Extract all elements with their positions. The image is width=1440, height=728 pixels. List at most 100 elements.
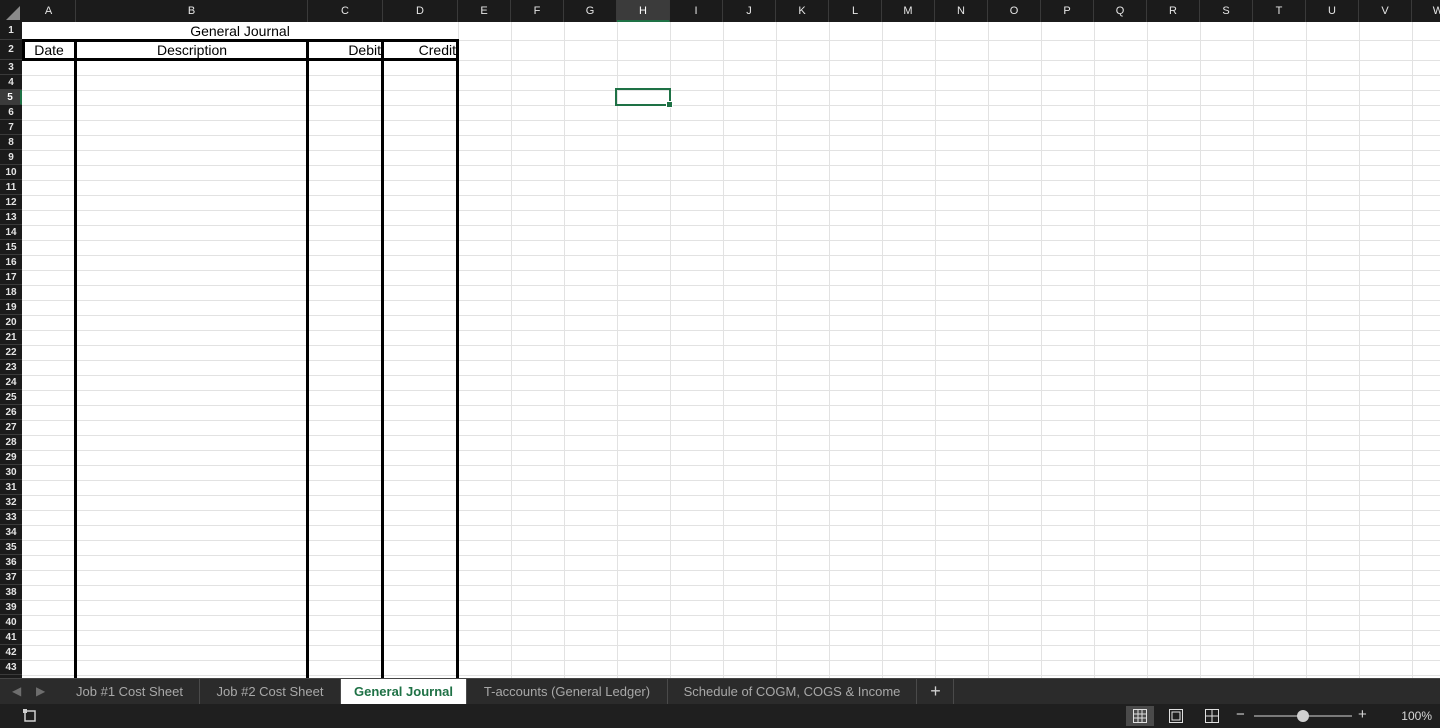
- row-header-1[interactable]: 1: [0, 22, 22, 40]
- column-header-l[interactable]: L: [829, 0, 882, 22]
- header-debit: Debit: [348, 42, 381, 58]
- header-left-border: [22, 39, 25, 61]
- row-header-18[interactable]: 18: [0, 285, 22, 300]
- row-header-34[interactable]: 34: [0, 525, 22, 540]
- sheet-tab-bar: ◀ ▶ Job #1 Cost Sheet Job #2 Cost Sheet Ge…: [0, 678, 1440, 704]
- column-header-r[interactable]: R: [1147, 0, 1200, 22]
- row-header-25[interactable]: 25: [0, 390, 22, 405]
- row-header-17[interactable]: 17: [0, 270, 22, 285]
- row-header-6[interactable]: 6: [0, 105, 22, 120]
- column-header-j[interactable]: J: [723, 0, 776, 22]
- row-header-23[interactable]: 23: [0, 360, 22, 375]
- row-header-30[interactable]: 30: [0, 465, 22, 480]
- page-break-view-button[interactable]: [1198, 706, 1226, 726]
- row-header-24[interactable]: 24: [0, 375, 22, 390]
- row-header-28[interactable]: 28: [0, 435, 22, 450]
- column-header-u[interactable]: U: [1306, 0, 1359, 22]
- row-header-22[interactable]: 22: [0, 345, 22, 360]
- row-header-37[interactable]: 37: [0, 570, 22, 585]
- column-header-s[interactable]: S: [1200, 0, 1253, 22]
- column-header-m[interactable]: M: [882, 0, 935, 22]
- row-header-8[interactable]: 8: [0, 135, 22, 150]
- row-header-14[interactable]: 14: [0, 225, 22, 240]
- row-header-13[interactable]: 13: [0, 210, 22, 225]
- tab-scroll-right-icon[interactable]: ▶: [36, 684, 45, 698]
- column-headers: ABCDEFGHIJKLMNOPQRSTUVW: [0, 0, 1440, 22]
- row-header-27[interactable]: 27: [0, 420, 22, 435]
- row-header-11[interactable]: 11: [0, 180, 22, 195]
- row-header-29[interactable]: 29: [0, 450, 22, 465]
- row-header-2[interactable]: 2: [0, 40, 22, 60]
- selected-cell[interactable]: [615, 88, 673, 108]
- row-header-36[interactable]: 36: [0, 555, 22, 570]
- normal-view-button[interactable]: [1126, 706, 1154, 726]
- page-break-icon: [1205, 709, 1219, 723]
- column-header-h[interactable]: H: [617, 0, 670, 22]
- column-header-g[interactable]: G: [564, 0, 617, 22]
- row-header-31[interactable]: 31: [0, 480, 22, 495]
- column-header-q[interactable]: Q: [1094, 0, 1147, 22]
- column-header-o[interactable]: O: [988, 0, 1041, 22]
- spreadsheet-area[interactable]: General Journal Date Description Debit Credi…: [0, 0, 1440, 678]
- header-date: Date: [34, 42, 64, 58]
- cell-grid[interactable]: [22, 22, 1440, 678]
- fill-handle[interactable]: [666, 101, 673, 108]
- zoom-in-button[interactable]: +: [1358, 706, 1367, 723]
- row-header-39[interactable]: 39: [0, 600, 22, 615]
- row-header-38[interactable]: 38: [0, 585, 22, 600]
- row-header-26[interactable]: 26: [0, 405, 22, 420]
- column-header-k[interactable]: K: [776, 0, 829, 22]
- row-header-12[interactable]: 12: [0, 195, 22, 210]
- sheet-tab-general-journal[interactable]: General Journal: [341, 679, 467, 704]
- column-header-t[interactable]: T: [1253, 0, 1306, 22]
- zoom-level[interactable]: 100%: [1401, 709, 1432, 723]
- row-header-41[interactable]: 41: [0, 630, 22, 645]
- column-header-v[interactable]: V: [1359, 0, 1412, 22]
- select-all-corner[interactable]: [0, 0, 22, 22]
- row-header-19[interactable]: 19: [0, 300, 22, 315]
- row-header-4[interactable]: 4: [0, 75, 22, 90]
- row-header-35[interactable]: 35: [0, 540, 22, 555]
- column-header-p[interactable]: P: [1041, 0, 1094, 22]
- row-header-43[interactable]: 43: [0, 660, 22, 675]
- sheet-tab-job-2-cost-sheet[interactable]: Job #2 Cost Sheet: [200, 679, 341, 704]
- column-header-e[interactable]: E: [458, 0, 511, 22]
- column-header-f[interactable]: F: [511, 0, 564, 22]
- header-credit: Credit: [418, 42, 456, 58]
- sheet-tab-t-accounts-general-ledger[interactable]: T-accounts (General Ledger): [467, 679, 668, 704]
- journal-column-border-2: [306, 39, 309, 678]
- row-header-10[interactable]: 10: [0, 165, 22, 180]
- column-header-c[interactable]: C: [308, 0, 383, 22]
- row-header-7[interactable]: 7: [0, 120, 22, 135]
- column-header-a[interactable]: A: [22, 0, 76, 22]
- tab-scroll-left-icon[interactable]: ◀: [12, 684, 21, 698]
- macro-record-icon[interactable]: [22, 708, 38, 724]
- row-header-9[interactable]: 9: [0, 150, 22, 165]
- column-header-d[interactable]: D: [383, 0, 458, 22]
- zoom-out-button[interactable]: −: [1236, 706, 1245, 723]
- sheet-tab-schedule-of-cogm-cogs-income[interactable]: Schedule of COGM, COGS & Income: [668, 679, 917, 704]
- row-header-40[interactable]: 40: [0, 615, 22, 630]
- column-header-n[interactable]: N: [935, 0, 988, 22]
- column-header-w[interactable]: W: [1412, 0, 1440, 22]
- row-header-21[interactable]: 21: [0, 330, 22, 345]
- page-layout-view-button[interactable]: [1162, 706, 1190, 726]
- column-header-b[interactable]: B: [76, 0, 308, 22]
- row-header-42[interactable]: 42: [0, 645, 22, 660]
- header-description: Description: [156, 42, 228, 58]
- add-sheet-button[interactable]: +: [918, 679, 954, 704]
- row-header-3[interactable]: 3: [0, 60, 22, 75]
- row-header-32[interactable]: 32: [0, 495, 22, 510]
- page-layout-icon: [1169, 709, 1183, 723]
- column-header-i[interactable]: I: [670, 0, 723, 22]
- grid-view-icon: [1133, 709, 1147, 723]
- zoom-slider-handle[interactable]: [1297, 710, 1309, 722]
- row-header-15[interactable]: 15: [0, 240, 22, 255]
- row-header-33[interactable]: 33: [0, 510, 22, 525]
- sheet-tab-job-1-cost-sheet[interactable]: Job #1 Cost Sheet: [60, 679, 200, 704]
- row-header-20[interactable]: 20: [0, 315, 22, 330]
- status-bar: − + 100%: [0, 704, 1440, 728]
- row-header-16[interactable]: 16: [0, 255, 22, 270]
- row-header-5[interactable]: 5: [0, 90, 22, 105]
- journal-column-border-3: [381, 39, 384, 678]
